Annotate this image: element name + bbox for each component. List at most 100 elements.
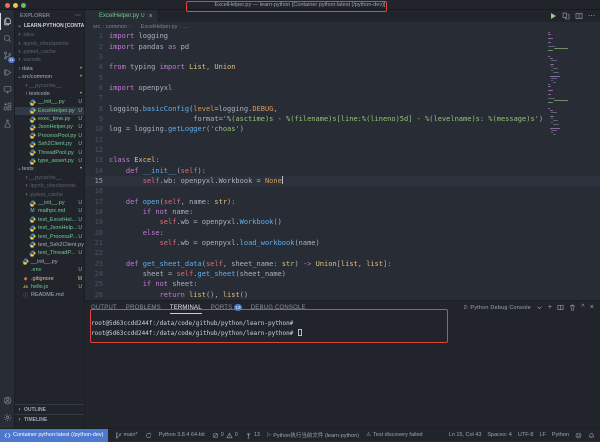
code-line-21[interactable]: 21 self.wb = openpyxl.load_workbook(name… <box>85 238 600 248</box>
tree-item-.pytest_cache[interactable]: ›.pytest_cache <box>15 190 84 198</box>
code-line-23[interactable]: 23 def get_sheet_data(self, sheet_name: … <box>85 259 600 269</box>
terminal-content[interactable]: root@5d63ccdd244f:/data/code/github/pyth… <box>85 314 600 339</box>
code-line-14[interactable]: 14 def __init__(self): <box>85 165 600 175</box>
tree-item-README.md[interactable]: ⓘREADME.md <box>15 291 84 299</box>
trash-icon[interactable] <box>569 304 576 311</box>
notifications-button[interactable] <box>588 432 595 439</box>
tree-item-__init__.py[interactable]: __init__.py <box>15 258 84 266</box>
workspace-section-header[interactable]: ⌄ LEARN-PYTHON [CONTA... <box>15 21 84 30</box>
code-line-22[interactable]: 22 <box>85 248 600 258</box>
more-icon[interactable]: ⋯ <box>588 12 595 20</box>
tree-item-ThreadPool.py[interactable]: ThreadPool.pyU <box>15 148 84 156</box>
tree-item-.gitignore[interactable]: ◆.gitignoreM <box>15 274 84 282</box>
activity-explorer[interactable] <box>0 13 15 30</box>
code-line-10[interactable]: 10log = logging.getLogger('choas') <box>85 124 600 134</box>
tree-item-hello.js[interactable]: JShello.jsU <box>15 283 84 291</box>
chevron-down-icon[interactable] <box>536 304 543 311</box>
tree-item-__init__.py[interactable]: __init__.pyU <box>15 98 84 106</box>
tree-item-.vscode[interactable]: ›.vscode <box>15 56 84 64</box>
tree-item-__pycache__[interactable]: ›__pycache__ <box>15 174 84 182</box>
tree-item-test_JsonHelp...[interactable]: test_JsonHelp...U <box>15 224 84 232</box>
feedback-button[interactable] <box>575 432 582 439</box>
panel-tab-problems[interactable]: PROBLEMS <box>126 301 161 314</box>
code-line-8[interactable]: 8logging.basicConfig(level=logging.DEBUG… <box>85 103 600 113</box>
tree-item-type_assert.py[interactable]: type_assert.pyU <box>15 157 84 165</box>
tree-item-.ipynb_checkpoints[interactable]: ›.ipynb_checkpoints <box>15 182 84 190</box>
tree-item-exec_time.py[interactable]: exec_time.pyU <box>15 115 84 123</box>
tree-item-tests[interactable]: ⌄tests• <box>15 165 84 173</box>
activity-search[interactable] <box>0 30 15 47</box>
language-mode[interactable]: Python <box>552 432 569 438</box>
code-line-11[interactable]: 11 <box>85 134 600 144</box>
cursor-position[interactable]: Ln 15, Col 43 <box>449 432 482 438</box>
code-line-19[interactable]: 19 self.wb = openpyxl.Workbook() <box>85 217 600 227</box>
breadcrumb-symbol[interactable]: ... <box>183 24 188 30</box>
tree-item-test_ExcelHel...[interactable]: test_ExcelHel...U <box>15 216 84 224</box>
tree-item-mathpx.md[interactable]: Mmathpx.mdU <box>15 207 84 215</box>
close-tab-icon[interactable]: × <box>149 13 153 20</box>
tree-item-ExcelHelper.py[interactable]: ExcelHelper.pyU <box>15 107 84 115</box>
play-icon[interactable] <box>549 12 557 20</box>
activity-settings[interactable] <box>0 409 15 426</box>
code-line-20[interactable]: 20 else: <box>85 228 600 238</box>
panel-tab-output[interactable]: OUTPUT <box>91 301 117 314</box>
code-line-17[interactable]: 17 def open(self, name: str): <box>85 197 600 207</box>
tab-excelhelper[interactable]: ExcelHelper.py U × <box>85 10 159 22</box>
code-line-2[interactable]: 2import pandas as pd <box>85 41 600 51</box>
git-branch-status[interactable]: main* <box>115 432 138 439</box>
activity-testing[interactable] <box>0 115 15 132</box>
problems-status[interactable]: 0 0 <box>212 432 238 439</box>
encoding-status[interactable]: UTF-8 <box>518 432 534 438</box>
outline-section[interactable]: › OUTLINE <box>15 404 84 414</box>
breadcrumb-src[interactable]: src <box>93 24 100 30</box>
activity-remote-explorer[interactable] <box>0 81 15 98</box>
tree-item-__pycache__[interactable]: ›__pycache__ <box>15 81 84 89</box>
code-line-7[interactable]: 7 <box>85 93 600 103</box>
timeline-section[interactable]: › TIMELINE <box>15 414 84 424</box>
python-interpreter[interactable]: Python 3.8.4 64-bit <box>159 432 205 438</box>
tree-item-Ssh2Client.py[interactable]: Ssh2Client.pyU <box>15 140 84 148</box>
code-line-25[interactable]: 25 if not sheet: <box>85 279 600 289</box>
test-status[interactable]: ⚠ Test discovery failed <box>366 432 422 438</box>
tree-item-ProcessPool.py[interactable]: ProcessPool.pyU <box>15 132 84 140</box>
tree-item-test_ProcessP...[interactable]: test_ProcessP...U <box>15 232 84 240</box>
remote-indicator[interactable]: Container python:latest (/python-dev) <box>0 429 108 442</box>
tree-item-test_Ssh2Client.py[interactable]: test_Ssh2Client.py <box>15 241 84 249</box>
activity-account[interactable] <box>0 392 15 409</box>
tree-item-src-common[interactable]: ⌄src/common• <box>15 73 84 81</box>
tree-item-.ipynb_checkpoints[interactable]: ›.ipynb_checkpoints <box>15 39 84 47</box>
eol-status[interactable]: LF <box>539 432 545 438</box>
minimap[interactable] <box>548 32 566 136</box>
code-line-6[interactable]: 6import openpyxl <box>85 83 600 93</box>
breadcrumb-file[interactable]: ExcelHelper.py <box>141 24 178 30</box>
activity-run-debug[interactable] <box>0 64 15 81</box>
split-icon[interactable] <box>557 304 564 311</box>
activity-extensions[interactable] <box>0 98 15 115</box>
tree-item-__init__.py[interactable]: __init__.pyU <box>15 199 84 207</box>
code-line-5[interactable]: 5 <box>85 72 600 82</box>
code-line-24[interactable]: 24 sheet = self.get_sheet(sheet_name) <box>85 269 600 279</box>
code-line-13[interactable]: 13class Excel: <box>85 155 600 165</box>
tree-item-data[interactable]: ›data• <box>15 65 84 73</box>
code-line-15[interactable]: 15 self.wb: openpyxl.Workbook = None <box>85 176 600 186</box>
breadcrumb-common[interactable]: common <box>106 24 127 30</box>
split-editor-icon[interactable] <box>575 12 583 20</box>
code-line-26[interactable]: 26 return list(), list() <box>85 290 600 300</box>
code-line-4[interactable]: 4from typing import List, Union <box>85 62 600 72</box>
code-editor[interactable]: 1import logging2import pandas as pd34fro… <box>85 31 600 300</box>
open-changes-icon[interactable] <box>562 12 570 20</box>
code-line-9[interactable]: 9 format='%(asctime)s - %(filename)s[lin… <box>85 114 600 124</box>
tree-item-.pytest_cache[interactable]: ›.pytest_cache <box>15 48 84 56</box>
plus-icon[interactable]: + <box>548 304 552 311</box>
run-task-status[interactable]: ▷ Python执行当前文件 (learn-python) <box>267 431 359 439</box>
terminal-selector[interactable]: 2: Python Debug Console <box>464 305 531 311</box>
activity-source-control[interactable]: 11 <box>0 47 15 64</box>
sync-status[interactable] <box>145 432 152 439</box>
close-icon[interactable]: × <box>590 304 594 311</box>
tree-item-JsonHelper.py[interactable]: JsonHelper.pyU <box>15 123 84 131</box>
code-line-1[interactable]: 1import logging <box>85 31 600 41</box>
panel-tab-ports[interactable]: PORTS13 <box>211 301 242 314</box>
code-line-18[interactable]: 18 if not name: <box>85 207 600 217</box>
tree-item-.idea[interactable]: ›.idea <box>15 31 84 39</box>
code-line-16[interactable]: 16 <box>85 186 600 196</box>
